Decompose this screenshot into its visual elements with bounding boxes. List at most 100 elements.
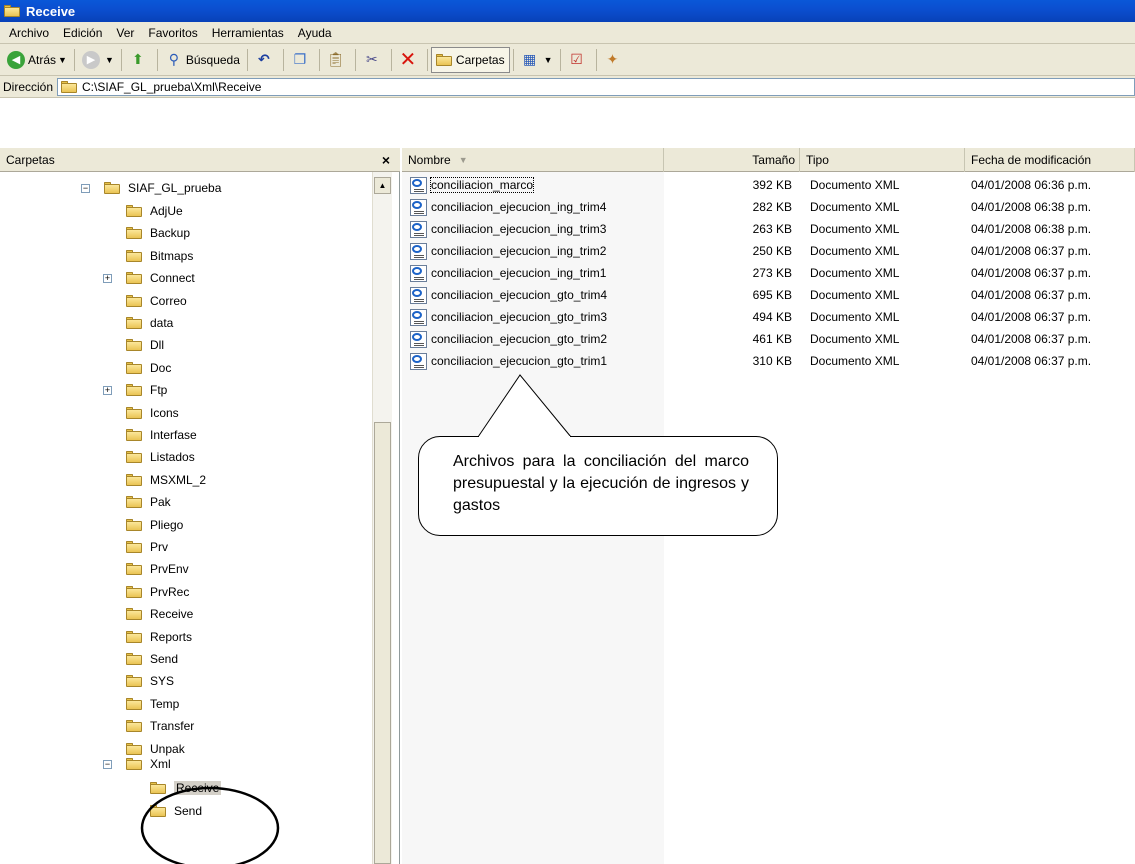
scrollbar-thumb[interactable] bbox=[374, 422, 391, 864]
tree-item-send[interactable]: Send bbox=[126, 649, 178, 669]
file-size: 461 KB bbox=[752, 332, 792, 346]
menu-archivo[interactable]: Archivo bbox=[2, 26, 56, 40]
file-name-cell[interactable]: conciliacion_ejecucion_gto_trim2 bbox=[402, 328, 664, 350]
tree-item-doc[interactable]: Doc bbox=[126, 358, 171, 378]
folder-icon bbox=[126, 294, 142, 307]
tree-item-interfase[interactable]: Interfase bbox=[126, 425, 197, 445]
column-header-date[interactable]: Fecha de modificación bbox=[965, 148, 1135, 172]
column-size-label: Tamaño bbox=[752, 153, 795, 167]
tree-item-prv[interactable]: Prv bbox=[126, 537, 168, 557]
folder-icon bbox=[126, 541, 142, 553]
chevron-down-icon[interactable]: ▼ bbox=[58, 55, 67, 65]
file-name-cell[interactable]: conciliacion_ejecucion_gto_trim1 bbox=[402, 350, 664, 372]
up-folder-button[interactable]: ⬆ bbox=[125, 47, 154, 73]
tree-item-icons[interactable]: Icons bbox=[126, 403, 179, 423]
file-name: conciliacion_marco bbox=[429, 177, 535, 193]
column-header-name[interactable]: Nombre ▼ bbox=[402, 148, 664, 172]
tree-item-dll[interactable]: Dll bbox=[126, 335, 164, 355]
menu-ayuda[interactable]: Ayuda bbox=[291, 26, 339, 40]
tree-item-transfer[interactable]: Transfer bbox=[126, 716, 194, 736]
paste-button[interactable]: 📋︎ bbox=[323, 47, 352, 73]
tree-item-prvenv[interactable]: PrvEnv bbox=[126, 559, 189, 579]
tree-item-bitmaps[interactable]: Bitmaps bbox=[126, 246, 193, 266]
views-button[interactable]: ▦ ▼ bbox=[517, 47, 557, 73]
properties-button[interactable]: ✦ bbox=[600, 47, 629, 73]
file-name-cell[interactable]: conciliacion_ejecucion_gto_trim3 bbox=[402, 306, 664, 328]
checklist-button[interactable]: ☑ bbox=[564, 47, 593, 73]
file-name-cell[interactable]: conciliacion_ejecucion_gto_trim4 bbox=[402, 284, 664, 306]
tree-item-pak[interactable]: Pak bbox=[126, 492, 171, 512]
file-row[interactable]: conciliacion_ejecucion_ing_trim1 273 KB Do… bbox=[402, 262, 1135, 284]
tree-item-xml-send[interactable]: Send bbox=[150, 801, 202, 821]
menu-edicion[interactable]: Edición bbox=[56, 26, 109, 40]
menu-herramientas[interactable]: Herramientas bbox=[205, 26, 291, 40]
column-header-type[interactable]: Tipo bbox=[800, 148, 965, 172]
file-row[interactable]: conciliacion_ejecucion_ing_trim2 250 KB Do… bbox=[402, 240, 1135, 262]
collapse-icon[interactable]: − bbox=[103, 760, 112, 769]
file-row[interactable]: conciliacion_ejecucion_ing_trim4 282 KB Do… bbox=[402, 196, 1135, 218]
tree-item-prvrec[interactable]: PrvRec bbox=[126, 582, 189, 602]
tree-item-receive[interactable]: Receive bbox=[126, 604, 193, 624]
menu-favoritos[interactable]: Favoritos bbox=[141, 26, 204, 40]
file-row[interactable]: conciliacion_ejecucion_gto_trim4 695 KB Do… bbox=[402, 284, 1135, 306]
close-icon[interactable]: × bbox=[382, 152, 390, 168]
undo-button[interactable]: ↶ bbox=[251, 47, 280, 73]
tree-item-data[interactable]: data bbox=[126, 313, 173, 333]
tree-item-pliego[interactable]: Pliego bbox=[126, 515, 183, 535]
tree-item-root[interactable]: SIAF_GL_prueba bbox=[104, 178, 221, 198]
file-name-cell[interactable]: conciliacion_ejecucion_ing_trim3 bbox=[402, 218, 664, 240]
cut-button[interactable]: ✂ bbox=[359, 47, 388, 73]
tree-item-xml[interactable]: Xml bbox=[126, 754, 171, 774]
tree-item-xml-receive[interactable]: Receive bbox=[150, 778, 222, 798]
callout-box: Archivos para la conciliación del marco … bbox=[418, 436, 778, 536]
file-row[interactable]: conciliacion_ejecucion_gto_trim2 461 KB Do… bbox=[402, 328, 1135, 350]
file-type: Documento XML bbox=[810, 332, 900, 346]
address-input[interactable]: C:\SIAF_GL_prueba\Xml\Receive bbox=[57, 77, 1135, 96]
file-row[interactable]: conciliacion_ejecucion_ing_trim3 263 KB Do… bbox=[402, 218, 1135, 240]
explorer-window: Receive Archivo Edición Ver Favoritos He… bbox=[0, 0, 1135, 864]
file-name-cell[interactable]: conciliacion_marco bbox=[402, 174, 664, 196]
file-date: 04/01/2008 06:38 p.m. bbox=[971, 200, 1092, 214]
scroll-up-icon[interactable]: ▲ bbox=[374, 177, 391, 194]
copy-icon: ❐ bbox=[293, 51, 307, 67]
file-row[interactable]: conciliacion_ejecucion_gto_trim1 310 KB Do… bbox=[402, 350, 1135, 372]
tree-item-adjue[interactable]: AdjUe bbox=[126, 201, 183, 221]
folder-icon bbox=[126, 675, 142, 688]
file-name-cell[interactable]: conciliacion_ejecucion_ing_trim4 bbox=[402, 196, 664, 218]
forward-button[interactable]: ▶ ▼ bbox=[78, 47, 118, 73]
tree-item-reports[interactable]: Reports bbox=[126, 627, 192, 647]
file-name-cell[interactable]: conciliacion_ejecucion_ing_trim2 bbox=[402, 240, 664, 262]
menu-ver[interactable]: Ver bbox=[109, 26, 141, 40]
tree-item-label: Ftp bbox=[150, 383, 168, 398]
file-type: Documento XML bbox=[810, 222, 900, 236]
title-bar[interactable]: Receive bbox=[0, 0, 1135, 22]
file-row[interactable]: conciliacion_marco 392 KB Documento XML 04/… bbox=[402, 174, 1135, 196]
tree-item-connect[interactable]: Connect bbox=[126, 268, 195, 288]
vertical-scrollbar[interactable]: ▲ bbox=[372, 172, 392, 864]
file-date: 04/01/2008 06:37 p.m. bbox=[971, 332, 1092, 346]
tree-item-sys[interactable]: SYS bbox=[126, 671, 174, 691]
tree-item-ftp[interactable]: Ftp bbox=[126, 380, 167, 400]
toolbar-separator bbox=[354, 48, 356, 71]
file-name-cell[interactable]: conciliacion_ejecucion_ing_trim1 bbox=[402, 262, 664, 284]
tree-item-correo[interactable]: Correo bbox=[126, 291, 187, 311]
tree-item-msxml_2[interactable]: MSXML_2 bbox=[126, 470, 206, 490]
tree-item-label: Pliego bbox=[150, 517, 184, 532]
tree-item-temp[interactable]: Temp bbox=[126, 694, 179, 714]
back-button[interactable]: ◀ Atrás ▼ bbox=[3, 47, 71, 73]
copy-button[interactable]: ❐ bbox=[287, 47, 316, 73]
column-header-size[interactable]: Tamaño bbox=[664, 148, 800, 172]
tree-item-backup[interactable]: Backup bbox=[126, 223, 190, 243]
collapse-icon[interactable]: − bbox=[81, 184, 90, 193]
tree-item-listados[interactable]: Listados bbox=[126, 447, 195, 467]
expand-icon[interactable]: + bbox=[103, 386, 112, 396]
chevron-down-icon[interactable]: ▼ bbox=[105, 55, 114, 65]
file-row[interactable]: conciliacion_ejecucion_gto_trim3 494 KB Do… bbox=[402, 306, 1135, 328]
chevron-down-icon[interactable]: ▼ bbox=[544, 55, 553, 65]
search-button[interactable]: ⚲ Búsqueda bbox=[161, 47, 244, 73]
folder-icon bbox=[126, 473, 142, 486]
delete-button[interactable]: ✕ bbox=[395, 47, 424, 73]
expand-icon[interactable]: + bbox=[103, 274, 112, 284]
file-name: conciliacion_ejecucion_gto_trim4 bbox=[431, 288, 608, 302]
folders-button[interactable]: Carpetas bbox=[430, 46, 510, 73]
